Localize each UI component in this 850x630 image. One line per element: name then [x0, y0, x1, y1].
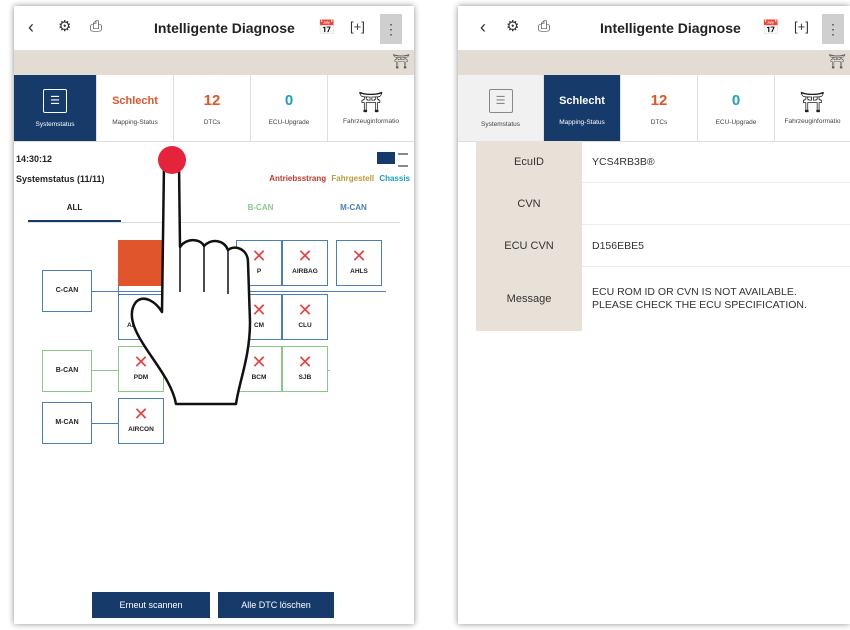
cvn-label: CVN — [476, 183, 582, 226]
dtc-count: 12 — [203, 91, 221, 109]
tab-dtcs[interactable]: 12 DTCs — [621, 75, 698, 141]
ecu-clu[interactable]: ✕ CLU — [282, 294, 328, 340]
legend-powertrain: Antriebsstrang — [269, 174, 327, 183]
ecu-label: AIRCON — [128, 426, 154, 433]
calendar-icon[interactable]: 📅 — [318, 16, 335, 38]
legend: Antriebsstrang Fahrgestell Chassis — [269, 174, 410, 183]
bus-tab-m-can[interactable]: M-CAN — [307, 196, 400, 222]
calendar-icon[interactable]: 📅 — [762, 16, 779, 38]
left-screen: ‹ ⚙ ⎙ Intelligente Diagnose 📅 [+] ⋮ ⛩ ☰ … — [14, 6, 414, 624]
touch-point-indicator — [158, 146, 186, 174]
ecu-cvn-value: D156EBE5 — [582, 225, 850, 267]
list-view-icon[interactable] — [398, 153, 408, 167]
tab-system-status[interactable]: ☰ Systemstatus — [14, 75, 97, 141]
back-icon[interactable]: ‹ — [480, 16, 486, 38]
ecu-cvn-label: ECU CVN — [476, 225, 582, 268]
tab-label: ECU-Upgrade — [268, 118, 310, 126]
right-screen: ‹ ⚙ ⎙ Intelligente Diagnose 📅 [+] ⋮ ⛩ ☰ … — [458, 6, 850, 624]
tab-mapping-status[interactable]: Schlecht Mapping-Status — [544, 75, 621, 141]
ecu-label: CLU — [298, 322, 312, 329]
error-x-icon: ✕ — [351, 246, 367, 266]
tab-label: Mapping-Status — [112, 118, 158, 126]
tab-ecu-upgrade[interactable]: 0 ECU-Upgrade — [251, 75, 328, 141]
error-x-icon: ✕ — [297, 246, 313, 266]
vehicle-scan-icon[interactable]: ⚙ — [506, 16, 519, 38]
ecu-id-value: YCS4RB3B® — [582, 141, 850, 183]
more-menu-icon[interactable]: ⋮ — [380, 14, 402, 44]
ecu-label: AIRBAG — [292, 268, 318, 275]
tab-label: Fahrzeuginformatio — [784, 117, 841, 125]
message-value: ECU ROM ID OR CVN IS NOT AVAILABLE. PLEA… — [592, 286, 807, 311]
ecu-ahls[interactable]: ✕ AHLS — [336, 240, 382, 286]
ecu-upgrade-count: 0 — [284, 91, 294, 109]
bus-tab-all[interactable]: ALL — [28, 196, 121, 222]
topology-view-icon[interactable] — [377, 152, 395, 164]
top-bar: ‹ ⚙ ⎙ Intelligente Diagnose 📅 [+] ⋮ — [458, 6, 850, 50]
system-status-count: Systemstatus (11/11) — [16, 174, 105, 184]
bus-line — [90, 291, 118, 292]
vehicle-info-icon: ⛩ — [799, 91, 826, 114]
message-label: Message — [476, 267, 582, 331]
page-title: Intelligente Diagnose — [600, 20, 741, 36]
upload-icon[interactable]: ⎙ — [538, 16, 550, 38]
clear-dtc-button[interactable]: Alle DTC löschen — [218, 592, 334, 618]
tab-system-status[interactable]: ☰ Systemstatus — [458, 75, 544, 141]
fullscreen-icon[interactable]: [+] — [794, 16, 809, 38]
ecu-airbag[interactable]: ✕ AIRBAG — [282, 240, 328, 286]
tab-label: DTCs — [650, 118, 668, 126]
vehicle-info-icon: ⛩ — [358, 91, 384, 114]
tab-mapping-status[interactable]: Schlecht Mapping-Status — [97, 75, 174, 141]
page-title: Intelligente Diagnose — [154, 20, 295, 36]
tab-label: Mapping-Status — [559, 118, 605, 126]
tab-label: Fahrzeuginformatio — [343, 117, 399, 125]
ecu-id-label: EcuID — [476, 141, 582, 184]
view-toggle[interactable] — [377, 152, 408, 167]
timestamp: 14:30:12 — [16, 154, 53, 164]
legend-chassis: Chassis — [379, 174, 410, 183]
tab-dtcs[interactable]: 12 DTCs — [174, 75, 251, 141]
mapping-status-value: Schlecht — [559, 94, 605, 107]
hand-pointer-icon — [130, 146, 252, 406]
ecu-label: SJB — [298, 374, 312, 381]
error-x-icon: ✕ — [297, 300, 313, 320]
top-bar: ‹ ⚙ ⎙ Intelligente Diagnose 📅 [+] ⋮ — [14, 6, 414, 50]
status-tabs: ☰ Systemstatus Schlecht Mapping-Status 1… — [458, 75, 850, 142]
tab-vehicle-info[interactable]: ⛩ Fahrzeuginformatio — [775, 75, 850, 141]
tab-label: ECU-Upgrade — [715, 118, 757, 126]
mapping-status-value: Schlecht — [112, 94, 158, 107]
legend-frame: Fahrgestell — [331, 174, 375, 183]
bus-b-can[interactable]: B-CAN — [42, 350, 92, 392]
back-icon[interactable]: ‹ — [28, 16, 34, 38]
tab-label: DTCs — [203, 118, 221, 126]
tab-label: Systemstatus — [35, 120, 75, 128]
checklist-icon: ☰ — [43, 88, 67, 113]
tab-vehicle-info[interactable]: ⛩ Fahrzeuginformatio — [328, 75, 414, 141]
ecu-sjb[interactable]: ✕ SJB — [282, 346, 328, 392]
vehicle-bar: ⛩ — [14, 50, 414, 75]
checklist-icon: ☰ — [488, 88, 513, 113]
ecu-upgrade-count: 0 — [731, 91, 741, 109]
bus-m-can[interactable]: M-CAN — [42, 402, 92, 444]
dtc-count: 12 — [650, 91, 668, 109]
tab-ecu-upgrade[interactable]: 0 ECU-Upgrade — [698, 75, 775, 141]
cvn-value — [582, 183, 850, 225]
error-x-icon: ✕ — [297, 352, 313, 372]
rescan-button[interactable]: Erneut scannen — [92, 592, 210, 618]
ecu-label: AHLS — [350, 268, 368, 275]
status-tabs: ☰ Systemstatus Schlecht Mapping-Status 1… — [14, 75, 414, 142]
fullscreen-icon[interactable]: [+] — [350, 16, 365, 38]
upload-icon[interactable]: ⎙ — [90, 16, 102, 38]
vehicle-bar: ⛩ — [458, 50, 850, 75]
bus-c-can[interactable]: C-CAN — [42, 270, 92, 312]
tab-label: Systemstatus — [480, 120, 520, 128]
bus-line — [90, 423, 120, 424]
vehicle-scan-icon[interactable]: ⚙ — [58, 16, 71, 38]
more-menu-icon[interactable]: ⋮ — [822, 14, 844, 44]
car-icon: ⛩ — [828, 53, 846, 69]
car-icon: ⛩ — [392, 53, 410, 69]
